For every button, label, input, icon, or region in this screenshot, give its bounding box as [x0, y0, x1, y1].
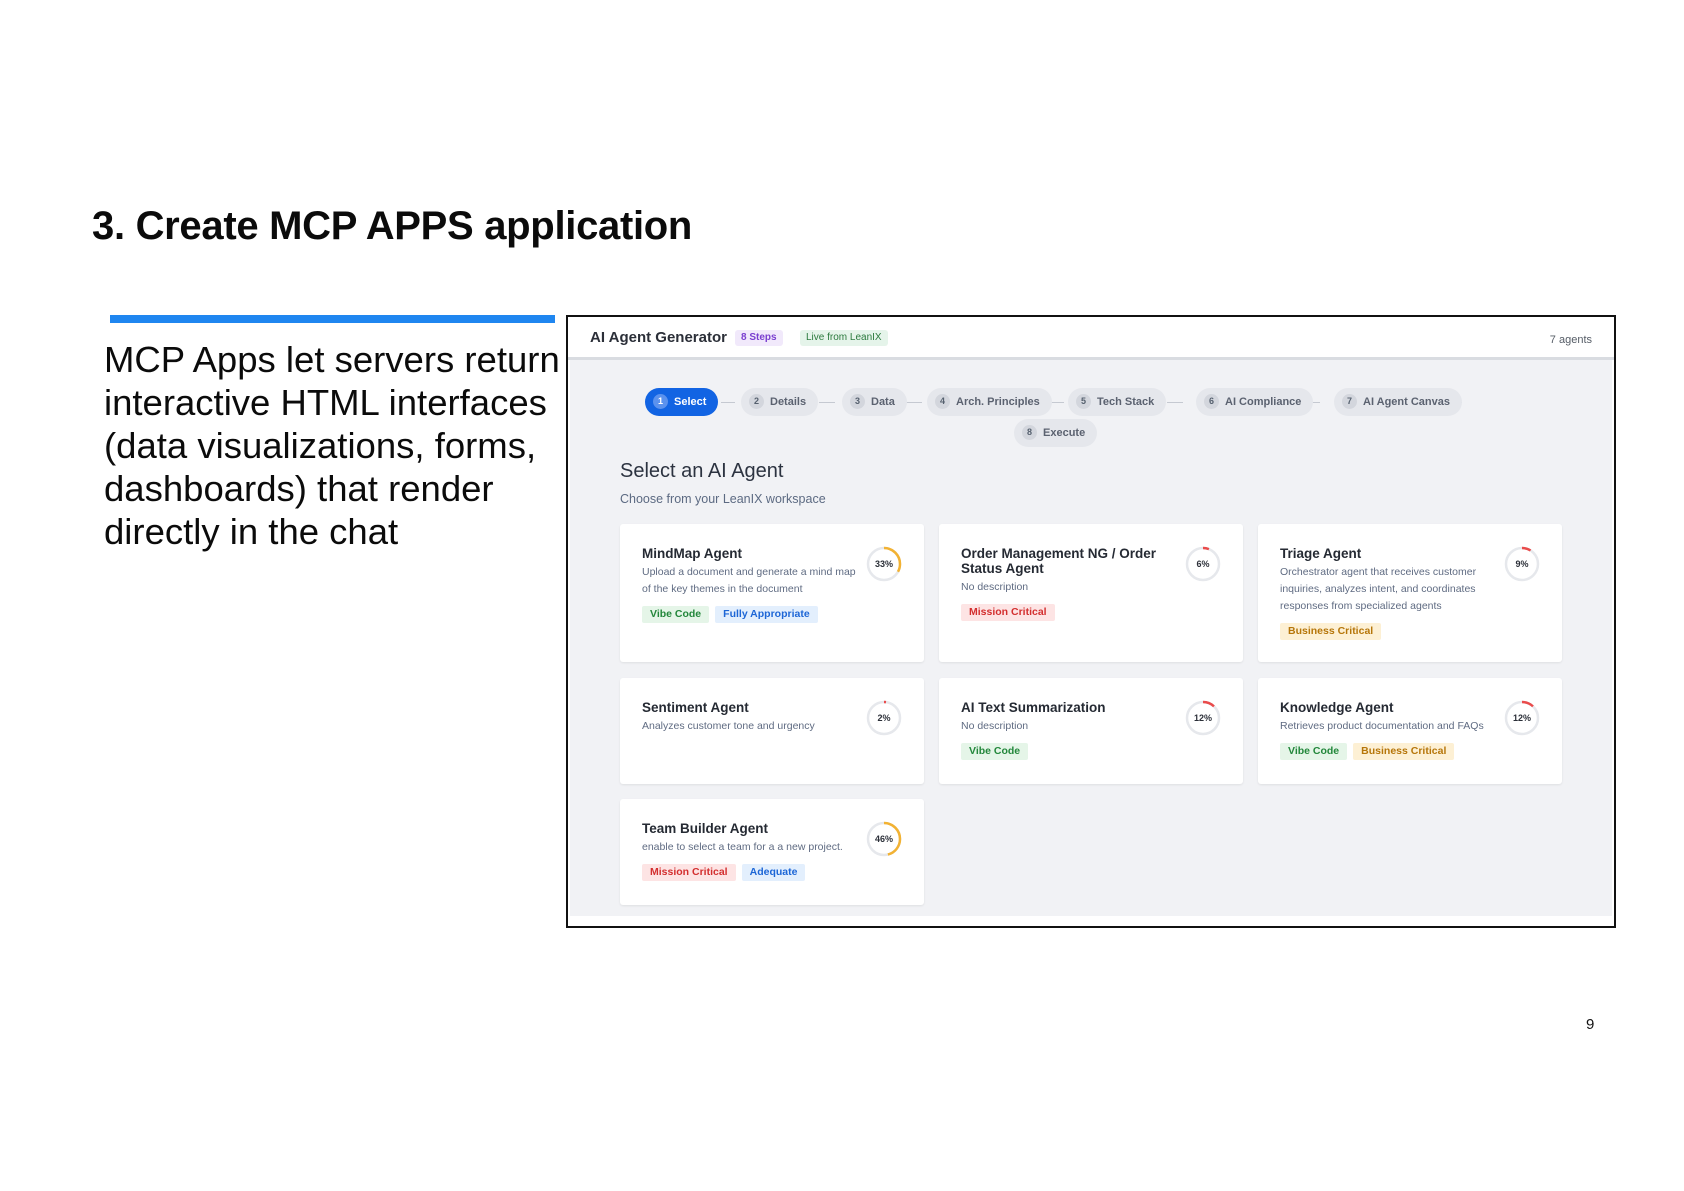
tag-adequate: Adequate: [741, 864, 806, 881]
agent-count: 7 agents: [1549, 334, 1592, 346]
step-tech-stack[interactable]: 5 Tech Stack: [1068, 388, 1167, 416]
progress-label: 6%: [1196, 559, 1209, 569]
step-connector: [1167, 402, 1183, 403]
page-number: 9: [1586, 1016, 1595, 1033]
progress-ring: 6%: [1185, 546, 1221, 582]
agent-card[interactable]: Triage Agent Orchestrator agent that rece…: [1258, 524, 1562, 662]
tag-mission-critical: Mission Critical: [642, 864, 736, 881]
agent-description: Upload a document and generate a mind ma…: [642, 566, 856, 595]
step-connector: [819, 402, 835, 403]
step-label: Data: [871, 396, 895, 408]
progress-ring: 12%: [1504, 700, 1540, 736]
app-header: AI Agent Generator 8 Steps Live from Lea…: [568, 317, 1614, 360]
progress-label: 12%: [1194, 713, 1212, 723]
app-body: 1 Select 2 Details 3 Data 4 Arch. Principles 5 Te…: [570, 360, 1612, 916]
agent-description: Analyzes customer tone and urgency: [642, 720, 815, 732]
step-details[interactable]: 2 Details: [741, 388, 819, 416]
step-number: 5: [1076, 393, 1091, 409]
tag-list: Mission Critical: [961, 602, 1061, 621]
progress-label: 33%: [875, 559, 893, 569]
step-connector: [721, 402, 735, 403]
step-number: 2: [749, 393, 764, 409]
step-data[interactable]: 3 Data: [842, 388, 907, 416]
progress-ring: 12%: [1185, 700, 1221, 736]
progress-label: 12%: [1513, 713, 1531, 723]
progress-ring: 9%: [1504, 546, 1540, 582]
step-label: Tech Stack: [1097, 396, 1155, 408]
agent-name: Order Management NG / Order Status Agent: [961, 546, 1157, 576]
step-number: 6: [1204, 393, 1219, 409]
agent-description: Orchestrator agent that receives custome…: [1280, 566, 1477, 612]
progress-label: 46%: [875, 834, 893, 844]
agent-description: Retrieves product documentation and FAQs: [1280, 720, 1484, 732]
section-title: Select an AI Agent: [620, 460, 784, 482]
agent-description: No description: [961, 581, 1029, 593]
tag-list: Vibe Code Business Critical: [1280, 741, 1460, 760]
step-number: 1: [653, 393, 668, 409]
step-number: 3: [850, 393, 865, 409]
tag-list: Vibe Code Fully Appropriate: [642, 604, 824, 623]
app-title: AI Agent Generator: [590, 329, 727, 346]
agent-card[interactable]: AI Text Summarization No description 12% Vi…: [939, 678, 1243, 784]
tag-list: Mission Critical Adequate: [642, 862, 811, 881]
progress-ring: 2%: [866, 700, 902, 736]
step-ai-compliance[interactable]: 6 AI Compliance: [1196, 388, 1314, 416]
step-label: Select: [674, 396, 707, 408]
step-arch-principles[interactable]: 4 Arch. Principles: [927, 388, 1052, 416]
tag-vibe-code: Vibe Code: [961, 743, 1029, 760]
step-label: Details: [770, 396, 807, 408]
tag-vibe-code: Vibe Code: [642, 606, 710, 623]
tag-vibe-code: Vibe Code: [1280, 743, 1348, 760]
progress-label: 2%: [877, 713, 890, 723]
tag-fully-appropriate: Fully Appropriate: [715, 606, 818, 623]
progress-ring: 46%: [866, 821, 902, 857]
progress-ring: 33%: [866, 546, 902, 582]
step-label: Execute: [1043, 427, 1086, 439]
agent-description: enable to select a team for a a new proj…: [642, 841, 843, 853]
step-label: Arch. Principles: [956, 396, 1040, 408]
step-label: AI Compliance: [1225, 396, 1302, 408]
step-number: 4: [935, 393, 950, 409]
agent-card[interactable]: Team Builder Agent enable to select a tea…: [620, 799, 924, 905]
agent-name: MindMap Agent: [642, 546, 742, 561]
step-ai-agent-canvas[interactable]: 7 AI Agent Canvas: [1334, 388, 1463, 416]
agent-card[interactable]: Knowledge Agent Retrieves product documen…: [1258, 678, 1562, 784]
step-label: AI Agent Canvas: [1363, 396, 1451, 408]
section-subtitle: Choose from your LeanIX workspace: [620, 492, 826, 506]
agent-name: Knowledge Agent: [1280, 700, 1394, 715]
agent-card[interactable]: MindMap Agent Upload a document and gener…: [620, 524, 924, 662]
step-connector: [906, 402, 922, 403]
step-number: 7: [1342, 393, 1357, 409]
step-number: 8: [1022, 424, 1037, 440]
tag-mission-critical: Mission Critical: [961, 604, 1055, 621]
progress-label: 9%: [1515, 559, 1528, 569]
tag-business-critical: Business Critical: [1353, 743, 1455, 760]
slide-title: 3. Create MCP APPS application: [92, 204, 693, 248]
tag-business-critical: Business Critical: [1280, 623, 1382, 640]
agent-name: Triage Agent: [1280, 546, 1362, 561]
agent-name: AI Text Summarization: [961, 700, 1106, 715]
agent-name: Sentiment Agent: [642, 700, 749, 715]
app-screenshot: AI Agent Generator 8 Steps Live from Lea…: [566, 315, 1616, 928]
agent-description: No description: [961, 720, 1029, 732]
live-badge: Live from LeanIX: [800, 330, 888, 346]
tag-list: Business Critical: [1280, 621, 1387, 640]
agent-card[interactable]: Order Management NG / Order Status Agent…: [939, 524, 1243, 662]
step-select[interactable]: 1 Select: [645, 388, 719, 416]
step-execute[interactable]: 8 Execute: [1014, 419, 1098, 447]
agent-name: Team Builder Agent: [642, 821, 769, 836]
accent-bar: [110, 315, 555, 323]
agent-card[interactable]: Sentiment Agent Analyzes customer tone an…: [620, 678, 924, 784]
tag-list: Vibe Code: [961, 741, 1034, 760]
slide-body-text: MCP Apps let servers return interactive …: [104, 339, 560, 552]
steps-badge: 8 Steps: [735, 330, 783, 346]
